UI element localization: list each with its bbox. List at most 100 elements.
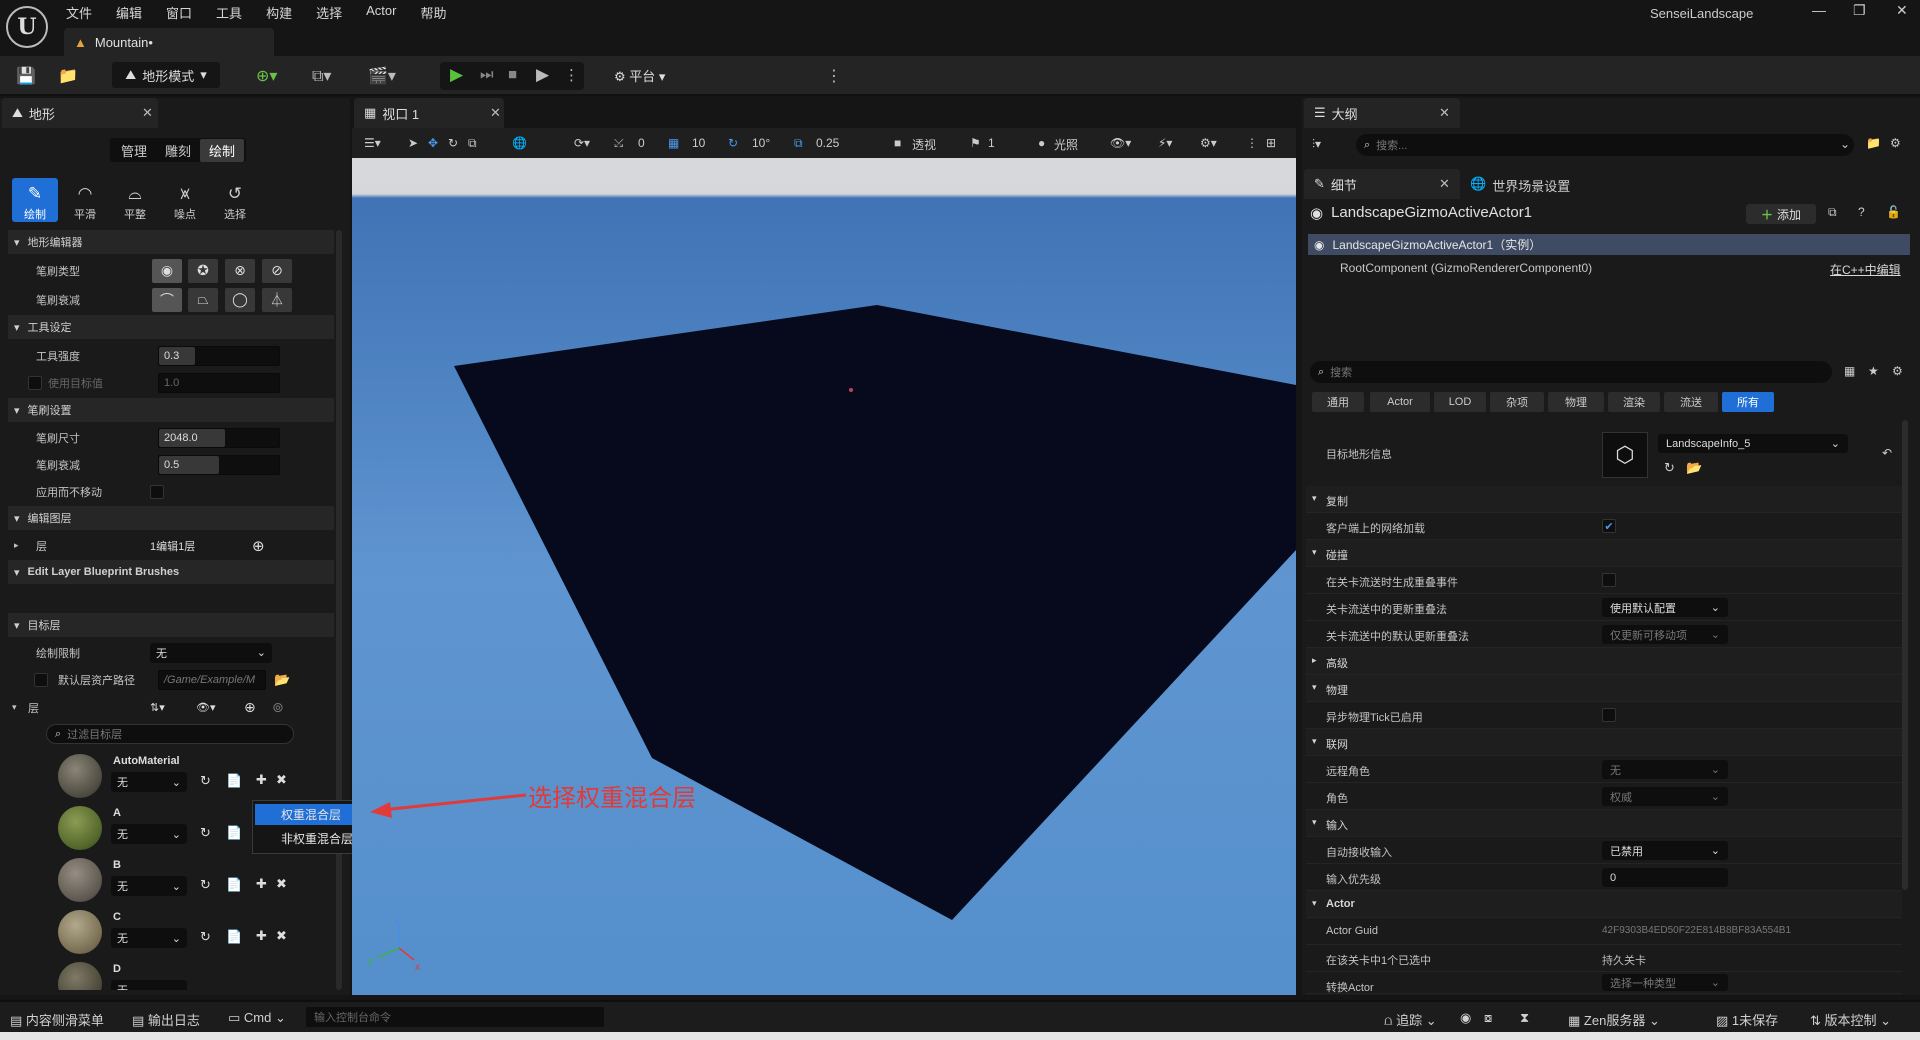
section-physics[interactable]: ▾ 物理	[1306, 675, 1902, 702]
apply-no-move-checkbox[interactable]	[150, 484, 164, 499]
tool-noise[interactable]: ⩙ 噪点	[162, 178, 208, 222]
reset-icon[interactable]: ↶	[1882, 446, 1892, 460]
layer-info-icon[interactable]: 📄	[226, 929, 242, 945]
section-advanced[interactable]: ▸ 高级	[1306, 648, 1902, 675]
scale-icon[interactable]: ⧉	[468, 136, 477, 151]
details-search-input[interactable]: ⌕ 搜索	[1310, 361, 1832, 383]
zen-server-button[interactable]: ▦ Zen服务器 ⌄	[1568, 1010, 1660, 1029]
launch-icon[interactable]: ▶	[536, 65, 549, 85]
filter-target-layers-input[interactable]: ⌕ 过滤目标层	[46, 724, 294, 744]
collapse-icon[interactable]: ▾	[12, 702, 17, 713]
snap-off-icon[interactable]: ⤩	[614, 136, 624, 151]
filter-icon[interactable]: ⫶▾	[1312, 137, 1321, 152]
gen-overlap-checkbox[interactable]	[1602, 573, 1616, 587]
section-landscape-editor[interactable]: ▾ 地形编辑器	[8, 230, 334, 254]
tab-sculpt[interactable]: 雕刻	[156, 139, 200, 162]
screenshot-icon[interactable]: ⧇	[1484, 1010, 1492, 1026]
output-log-button[interactable]: ▤ 输出日志	[132, 1010, 200, 1029]
tab-paint[interactable]: 绘制	[200, 138, 245, 162]
save-icon[interactable]: 💾	[16, 66, 36, 86]
left-scrollbar[interactable]	[336, 230, 342, 990]
list-item[interactable]: D 无⌄	[0, 958, 334, 990]
document-tab[interactable]: ▲ Mountain•	[64, 28, 274, 56]
brush-size-slider[interactable]: 2048.0	[158, 427, 280, 448]
tip-falloff-icon[interactable]: ⏃	[262, 287, 292, 312]
filter-physics[interactable]: 物理	[1548, 392, 1604, 412]
layout-icon[interactable]: ⊞	[1266, 136, 1276, 150]
content-drawer-button[interactable]: ▤ 内容侧滑菜单	[10, 1010, 104, 1029]
linear-falloff-icon[interactable]: ⏢	[188, 287, 218, 312]
reimport-icon[interactable]: ↻	[200, 773, 211, 789]
menu-build[interactable]: 构建	[266, 3, 292, 22]
restore-icon[interactable]: ❐	[1853, 2, 1866, 19]
layer-info-icon[interactable]: 📄	[226, 773, 242, 789]
close-icon[interactable]: ✕	[490, 105, 501, 121]
section-input[interactable]: ▾ 输入	[1306, 810, 1902, 837]
instance-row[interactable]: ◉ LandscapeGizmoActiveActor1（实例）	[1308, 234, 1910, 255]
blueprint-icon[interactable]: ⧉▾	[312, 66, 331, 86]
lighting-menu[interactable]: 光照	[1054, 136, 1078, 153]
hourglass-icon[interactable]: ⧗	[1520, 1010, 1529, 1026]
filter-rendering[interactable]: 渲染	[1608, 392, 1660, 412]
paint-limit-dropdown[interactable]: 无 ⌄	[150, 642, 272, 663]
layer-blend-dropdown[interactable]: 无⌄	[111, 928, 187, 948]
add-icon[interactable]: ✚	[256, 876, 267, 892]
delete-icon[interactable]: ✖	[276, 876, 287, 892]
lock-icon[interactable]: 🔓	[1886, 205, 1901, 219]
surface-snap-icon[interactable]: ⟳▾	[574, 136, 590, 150]
mode-selector[interactable]: ⛰ 地形模式 ▾	[112, 62, 220, 88]
viewport-tab[interactable]: ▦ 视口 1	[354, 98, 504, 128]
section-tool-settings[interactable]: ▾ 工具设定	[8, 315, 334, 339]
tab-manage[interactable]: 管理	[112, 139, 156, 162]
tool-strength-slider[interactable]: 0.3	[158, 345, 280, 366]
add-component-button[interactable]: ＋ 添加	[1746, 204, 1816, 224]
performance-icon[interactable]: ⚡▾	[1158, 136, 1172, 150]
list-item[interactable]: B 无 ⌄ ↻ 📄 ✚ ✖	[0, 854, 334, 906]
root-component-row[interactable]: RootComponent (GizmoRendererComponent0)	[1340, 261, 1592, 275]
sort-icon[interactable]: ⇅▾	[150, 701, 165, 714]
blueprint-icon[interactable]: ⧉	[1828, 205, 1837, 220]
async-tick-checkbox[interactable]	[1602, 708, 1616, 722]
close-window-icon[interactable]: ✕	[1896, 2, 1908, 19]
add-icon[interactable]: ✚	[256, 928, 267, 944]
camera-speed-value[interactable]: 1	[988, 136, 995, 150]
section-target-layers[interactable]: ▾ 目标层	[8, 613, 334, 637]
menu-item-weight-blended[interactable]: 权重混合层	[255, 804, 365, 825]
add-actor-icon[interactable]: ⊕▾	[256, 66, 277, 86]
delete-icon[interactable]: ✖	[276, 772, 287, 788]
settings-icon[interactable]: ⚙▾	[1200, 136, 1217, 150]
use-selected-icon[interactable]: ↻	[1664, 460, 1675, 476]
record-icon[interactable]: ◉	[1460, 1010, 1471, 1026]
camera-icon[interactable]: ■	[894, 136, 901, 150]
alpha-brush-icon[interactable]: ✪	[188, 258, 218, 283]
menu-help[interactable]: 帮助	[420, 3, 446, 22]
layer-info-icon[interactable]: 📄	[226, 825, 242, 841]
filter-lod[interactable]: LOD	[1434, 392, 1486, 412]
layer-info-icon[interactable]: 📄	[226, 877, 242, 893]
section-blueprint-brushes[interactable]: ▾ Edit Layer Blueprint Brushes	[8, 560, 334, 584]
close-icon[interactable]: ✕	[1439, 176, 1450, 192]
menu-edit[interactable]: 编辑	[116, 3, 142, 22]
filter-general[interactable]: 通用	[1312, 392, 1364, 412]
reimport-icon[interactable]: ↻	[200, 877, 211, 893]
add-target-layer-icon[interactable]: ⊕	[244, 699, 256, 716]
menu-file[interactable]: 文件	[66, 3, 92, 22]
target-landscape-dropdown[interactable]: LandscapeInfo_5 ⌄	[1658, 434, 1848, 453]
help-icon[interactable]: ?	[1858, 205, 1865, 219]
scale-snap-icon[interactable]: ⧉	[794, 136, 803, 151]
translate-icon[interactable]: ✥	[428, 136, 438, 150]
stop-icon[interactable]: ■	[508, 66, 517, 83]
layer-blend-dropdown[interactable]: 无⌄	[111, 876, 187, 896]
section-edit-layers[interactable]: ▾ 编辑图层	[8, 506, 334, 530]
settings-icon[interactable]: ⚙	[1892, 364, 1903, 378]
close-icon[interactable]: ✕	[1439, 105, 1450, 121]
layer-blend-dropdown[interactable]: 无⌄	[111, 824, 187, 844]
rotation-snap-icon[interactable]: ↻	[728, 136, 738, 150]
tool-flatten[interactable]: ⌓ 平整	[112, 178, 158, 222]
circle-brush-icon[interactable]: ◉	[152, 258, 182, 283]
brush-falloff-slider[interactable]: 0.5	[158, 454, 280, 475]
layer-blend-dropdown[interactable]: 无⌄	[111, 980, 187, 990]
filter-misc[interactable]: 杂项	[1490, 392, 1544, 412]
source-control-button[interactable]: ⇅ 版本控制 ⌄	[1810, 1010, 1891, 1029]
spherical-falloff-icon[interactable]: ◯	[225, 287, 255, 312]
